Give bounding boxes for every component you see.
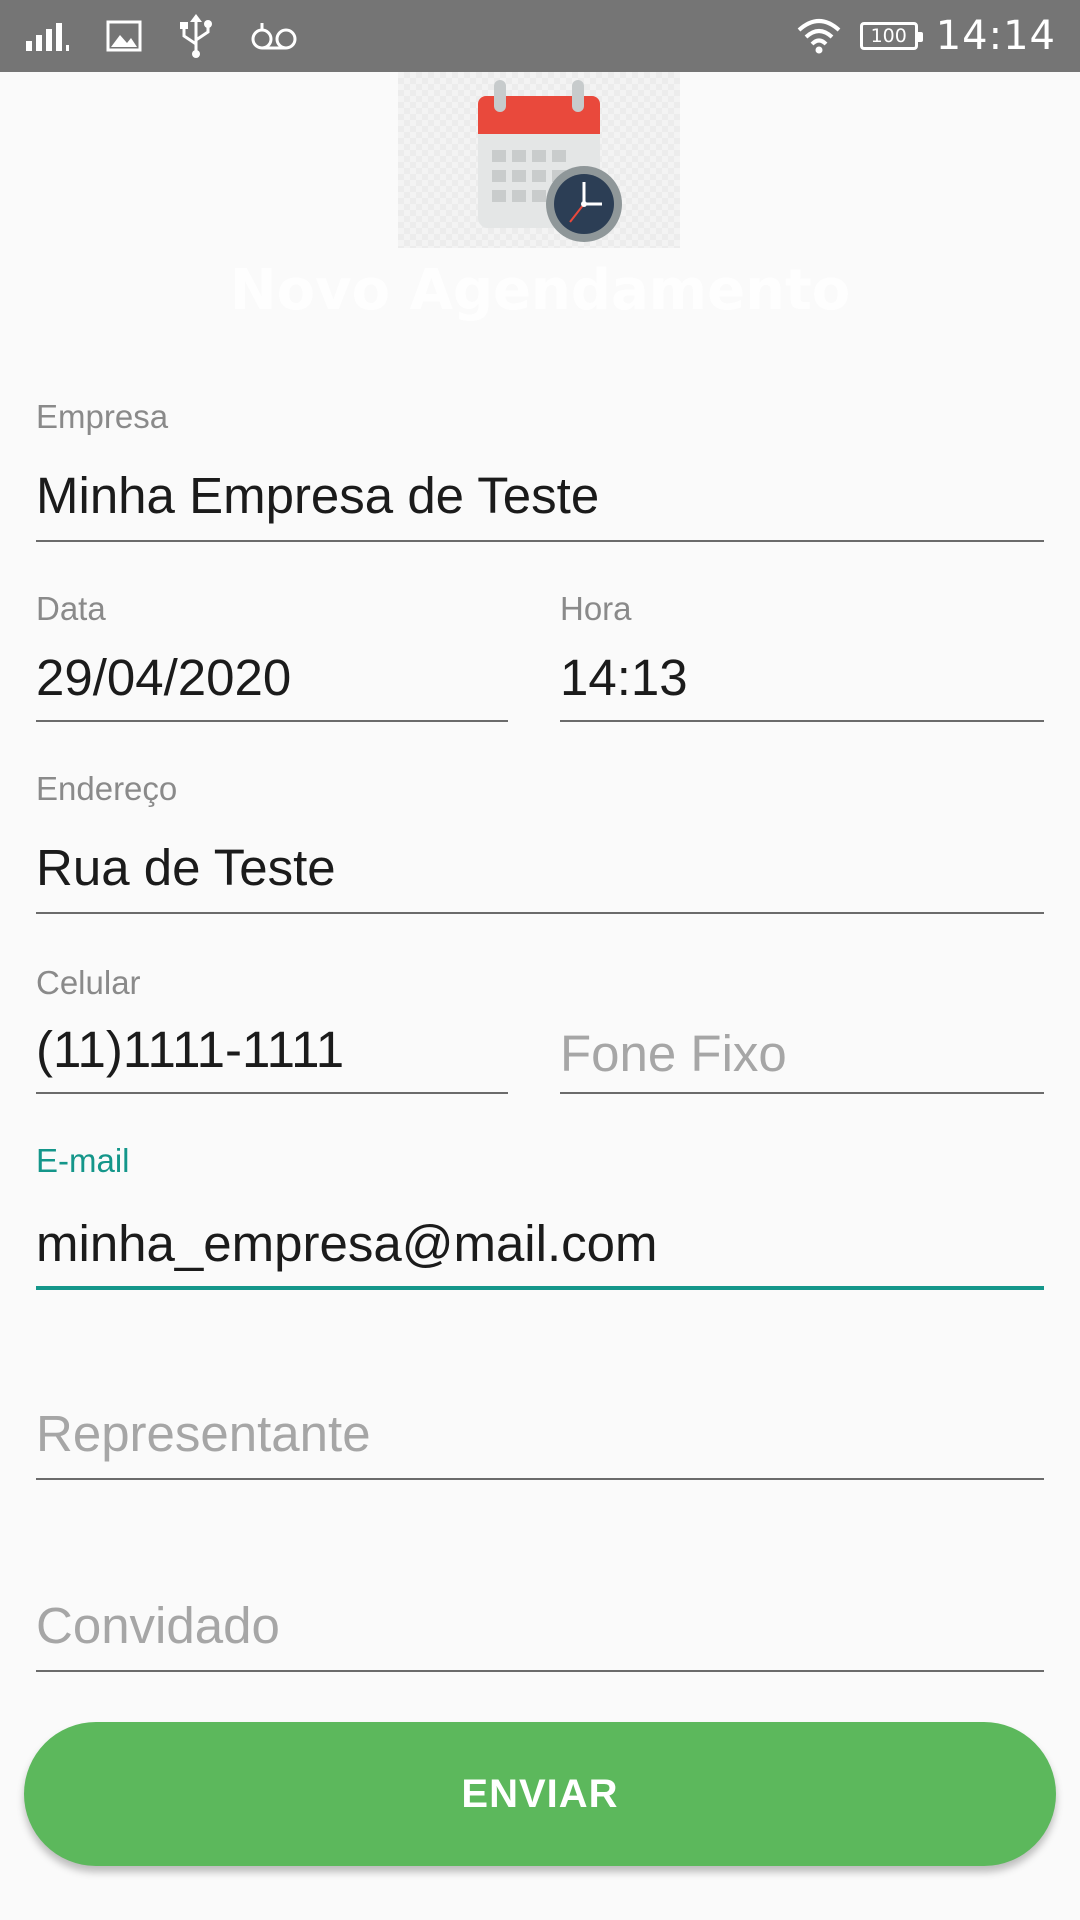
email-field[interactable]: E-mail minha_empresa@mail.com (36, 1142, 1044, 1290)
battery-level: 100 (870, 25, 907, 47)
wifi-icon (797, 19, 841, 54)
empresa-field[interactable]: Empresa Minha Empresa de Teste (36, 398, 1044, 542)
calendar-clock-icon (478, 80, 622, 242)
send-button[interactable]: ENVIAR (24, 1722, 1056, 1866)
header-image (398, 72, 680, 248)
representante-placeholder: Representante (36, 1405, 371, 1462)
empresa-label: Empresa (36, 398, 169, 435)
email-label: E-mail (36, 1142, 130, 1179)
celular-field[interactable]: Celular (11)1111-1111 (36, 964, 508, 1094)
email-value: minha_empresa@mail.com (36, 1215, 658, 1272)
endereco-value: Rua de Teste (36, 839, 336, 896)
hora-field[interactable]: Hora 14:13 (560, 590, 1044, 722)
convidado-field[interactable]: Convidado (36, 1586, 1044, 1672)
signal-icon (26, 23, 69, 51)
celular-value: (11)1111-1111 (36, 1021, 345, 1078)
data-label: Data (36, 590, 106, 627)
status-bar: 100 14:14 (0, 0, 1080, 72)
image-icon (106, 20, 142, 52)
endereco-label: Endereço (36, 770, 178, 807)
page-title: Novo Agendamento (229, 258, 851, 323)
celular-label: Celular (36, 964, 141, 1001)
data-field[interactable]: Data 29/04/2020 (36, 590, 508, 722)
battery-icon: 100 (859, 22, 923, 50)
usb-icon (180, 14, 212, 58)
endereco-field[interactable]: Endereço Rua de Teste (36, 770, 1044, 914)
convidado-placeholder: Convidado (36, 1597, 280, 1654)
voicemail-icon (251, 23, 297, 50)
fone-fixo-placeholder: Fone Fixo (560, 1025, 787, 1082)
representante-field[interactable]: Representante (36, 1392, 1044, 1480)
hora-label: Hora (560, 590, 632, 627)
fone-fixo-field[interactable]: Fone Fixo (560, 964, 1044, 1094)
data-value: 29/04/2020 (36, 649, 292, 706)
status-time: 14:14 (935, 13, 1056, 59)
empresa-value: Minha Empresa de Teste (36, 467, 600, 524)
hora-value: 14:13 (560, 649, 688, 706)
